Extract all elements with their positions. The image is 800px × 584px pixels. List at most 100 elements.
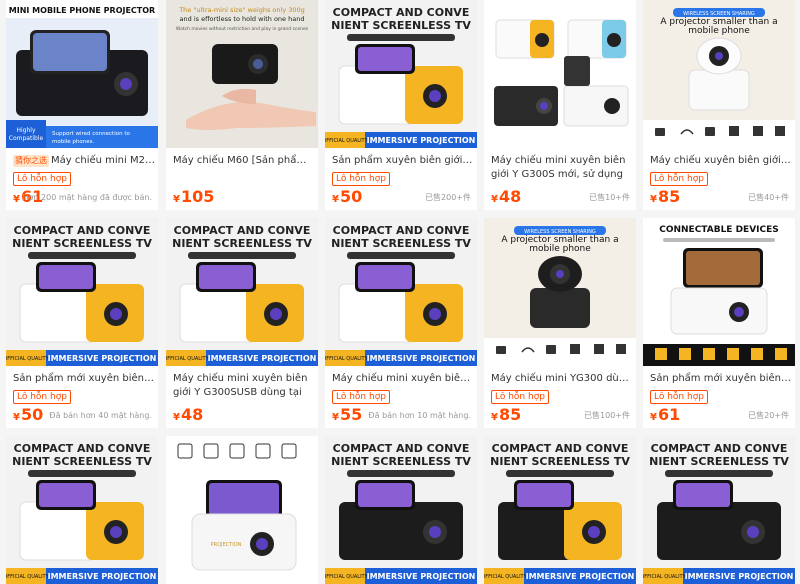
svg-text:COMPACT AND CONVE: COMPACT AND CONVE bbox=[333, 224, 470, 237]
product-title[interactable]: Máy chiếu mini xuyên biên giới Y G300SUS… bbox=[173, 372, 315, 400]
product-price: ¥50 bbox=[332, 187, 363, 206]
product-info: Máy chiếu mini xuyên biên giới Y G300SUS… bbox=[166, 366, 318, 428]
svg-text:NIENT SCREENLESS TV: NIENT SCREENLESS TV bbox=[649, 455, 789, 468]
product-image[interactable]: CONNECTABLE DEVICES bbox=[643, 218, 795, 366]
product-image[interactable]: COMPACT AND CONVE NIENT SCREENLESS TV OF… bbox=[484, 436, 636, 584]
svg-text:OFFICIAL QUALITY: OFFICIAL QUALITY bbox=[643, 574, 687, 580]
svg-text:COMPACT AND CONVE: COMPACT AND CONVE bbox=[333, 6, 470, 19]
product-title[interactable]: Máy chiếu xuyên biên giới YG30... bbox=[650, 154, 792, 168]
product-grid: MINI MOBILE PHONE PROJECTOR Highly Compat… bbox=[0, 0, 800, 584]
product-image[interactable] bbox=[484, 0, 636, 148]
product-image[interactable]: COMPACT AND CONVE NIENT SCREENLESS TV OF… bbox=[166, 218, 318, 366]
product-price: ¥48 bbox=[491, 187, 522, 206]
product-image[interactable]: COMPACT AND CONVE NIENT SCREENLESS TV OF… bbox=[325, 218, 477, 366]
product-card[interactable]: COMPACT AND CONVE NIENT SCREENLESS TV OF… bbox=[6, 218, 158, 428]
product-card[interactable]: CONNECTABLE DEVICES Sản phẩm mới xuyên b… bbox=[643, 218, 795, 428]
product-title[interactable]: 猜你之选Máy chiếu mini M200S ... bbox=[13, 154, 155, 168]
compact-tv-photo: COMPACT AND CONVE NIENT SCREENLESS TV OF… bbox=[325, 0, 477, 148]
product-price: ¥85 bbox=[491, 405, 522, 424]
product-price: ¥50 bbox=[13, 405, 44, 424]
cylinder-projector-photo: WIRELESS SCREEN SHARING A projector smal… bbox=[643, 0, 795, 148]
product-card[interactable]: COMPACT AND CONVE NIENT SCREENLESS TV OF… bbox=[325, 218, 477, 428]
product-image[interactable]: PROJECTION bbox=[166, 436, 318, 584]
mixed-lot-tag: Lô hỗn hợp bbox=[13, 172, 71, 186]
product-info: Máy chiếu mini xuyên biên giới ... Lô hỗ… bbox=[325, 366, 477, 428]
svg-text:CONNECTABLE DEVICES: CONNECTABLE DEVICES bbox=[659, 225, 779, 235]
product-info: Sản phẩm xuyên biên giới mới: ... Lô hỗn… bbox=[325, 148, 477, 210]
svg-text:OFFICIAL QUALITY: OFFICIAL QUALITY bbox=[6, 574, 50, 580]
product-image[interactable]: COMPACT AND CONVE NIENT SCREENLESS TV OF… bbox=[643, 436, 795, 584]
product-card[interactable]: PROJECTION bbox=[166, 436, 318, 584]
product-price: ¥55 bbox=[332, 405, 363, 424]
svg-text:OFFICIAL QUALITY: OFFICIAL QUALITY bbox=[166, 356, 210, 362]
product-title[interactable]: Máy chiếu mini YG300 dùng tại ... bbox=[491, 372, 633, 386]
svg-text:NIENT SCREENLESS TV: NIENT SCREENLESS TV bbox=[12, 455, 152, 468]
svg-text:mobile phone: mobile phone bbox=[688, 26, 750, 36]
sold-count: 已售20+件 bbox=[748, 411, 789, 420]
product-title[interactable]: Máy chiếu M60 [Sản phẩm mới ... bbox=[173, 154, 315, 168]
svg-text:IMMERSIVE PROJECTION: IMMERSIVE PROJECTION bbox=[48, 354, 157, 363]
product-price: ¥61 bbox=[650, 405, 681, 424]
white-projector-photo: PROJECTION bbox=[166, 436, 318, 584]
product-card[interactable]: COMPACT AND CONVE NIENT SCREENLESS TV OF… bbox=[325, 436, 477, 584]
product-card[interactable]: COMPACT AND CONVE NIENT SCREENLESS TV OF… bbox=[6, 436, 158, 584]
tv-icon bbox=[496, 346, 506, 354]
product-card[interactable]: WIRELESS SCREEN SHARING A projector smal… bbox=[643, 0, 795, 210]
phone-projector-photo: MINI MOBILE PHONE PROJECTOR Highly Compat… bbox=[6, 0, 158, 148]
svg-text:COMPACT AND CONVE: COMPACT AND CONVE bbox=[14, 224, 151, 237]
product-image[interactable]: COMPACT AND CONVE NIENT SCREENLESS TV OF… bbox=[6, 218, 158, 366]
speaker-icon bbox=[751, 348, 763, 360]
product-image[interactable]: COMPACT AND CONVE NIENT SCREENLESS TV OF… bbox=[325, 436, 477, 584]
product-title[interactable]: Máy chiếu mini xuyên biên giới Y G300S m… bbox=[491, 154, 633, 182]
product-image[interactable]: COMPACT AND CONVE NIENT SCREENLESS TV OF… bbox=[6, 436, 158, 584]
svg-text:OFFICIAL QUALITY: OFFICIAL QUALITY bbox=[325, 356, 369, 362]
mixed-lot-tag: Lô hỗn hợp bbox=[491, 390, 549, 404]
compact-tv-photo: COMPACT AND CONVE NIENT SCREENLESS TV OF… bbox=[484, 436, 636, 584]
sold-count: Đã bán hơn 40 mặt hàng. bbox=[49, 411, 152, 420]
product-info: 猜你之选Máy chiếu mini M200S ... Lô hỗn hợp … bbox=[6, 148, 158, 210]
product-card[interactable]: WIRELESS SCREEN SHARING A projector smal… bbox=[484, 218, 636, 428]
laptop-icon bbox=[753, 126, 763, 136]
connectable-devices-photo: CONNECTABLE DEVICES bbox=[643, 218, 795, 366]
product-info: Máy chiếu mini xuyên biên giới Y G300S m… bbox=[484, 148, 636, 210]
recommend-badge: 猜你之选 bbox=[13, 155, 49, 167]
svg-text:COMPACT AND CONVE: COMPACT AND CONVE bbox=[492, 442, 629, 455]
usb-icon bbox=[570, 344, 580, 354]
svg-text:COMPACT AND CONVE: COMPACT AND CONVE bbox=[14, 442, 151, 455]
product-image[interactable]: COMPACT AND CONVE NIENT SCREENLESS TV OF… bbox=[325, 0, 477, 148]
product-title[interactable]: Sản phẩm mới xuyên biên giới c... bbox=[650, 372, 792, 386]
mixed-lot-tag: Lô hỗn hợp bbox=[332, 172, 390, 186]
product-image[interactable]: MINI MOBILE PHONE PROJECTOR Highly Compat… bbox=[6, 0, 158, 148]
product-card[interactable]: The "ultra-mini size" weighs only 300g a… bbox=[166, 0, 318, 210]
product-info: Máy chiếu M60 [Sản phẩm mới ... ¥105 bbox=[166, 148, 318, 210]
color-variants-photo bbox=[484, 0, 636, 148]
sold-count: 已售10+件 bbox=[589, 193, 630, 202]
product-image[interactable]: WIRELESS SCREEN SHARING A projector smal… bbox=[643, 0, 795, 148]
mixed-lot-tag: Lô hỗn hợp bbox=[13, 390, 71, 404]
sold-count: Đã bán hơn 10 mặt hàng. bbox=[368, 411, 471, 420]
tv-icon bbox=[655, 128, 665, 136]
product-image[interactable]: The "ultra-mini size" weighs only 300g a… bbox=[166, 0, 318, 148]
svg-text:NIENT SCREENLESS TV: NIENT SCREENLESS TV bbox=[331, 19, 471, 32]
compact-tv-photo: COMPACT AND CONVE NIENT SCREENLESS TV OF… bbox=[325, 218, 477, 366]
product-card[interactable]: MINI MOBILE PHONE PROJECTOR Highly Compat… bbox=[6, 0, 158, 210]
svg-text:NIENT SCREENLESS TV: NIENT SCREENLESS TV bbox=[172, 237, 312, 250]
sold-count: 已售40+件 bbox=[748, 193, 789, 202]
product-title[interactable]: Máy chiếu mini xuyên biên giới ... bbox=[332, 372, 474, 386]
product-card[interactable]: Máy chiếu mini xuyên biên giới Y G300S m… bbox=[484, 0, 636, 210]
product-card[interactable]: COMPACT AND CONVE NIENT SCREENLESS TV OF… bbox=[325, 0, 477, 210]
svg-text:The "ultra-mini size" weighs o: The "ultra-mini size" weighs only 300g bbox=[178, 6, 305, 14]
svg-text:Support wired connection to: Support wired connection to bbox=[52, 131, 130, 137]
product-image[interactable]: WIRELESS SCREEN SHARING A projector smal… bbox=[484, 218, 636, 366]
svg-text:NIENT SCREENLESS TV: NIENT SCREENLESS TV bbox=[490, 455, 630, 468]
product-title[interactable]: Sản phẩm mới xuyên biên giới c... bbox=[13, 372, 155, 386]
product-card[interactable]: COMPACT AND CONVE NIENT SCREENLESS TV OF… bbox=[484, 436, 636, 584]
product-info: Sản phẩm mới xuyên biên giới c... Lô hỗn… bbox=[643, 366, 795, 428]
product-card[interactable]: COMPACT AND CONVE NIENT SCREENLESS TV OF… bbox=[166, 218, 318, 428]
svg-text:IMMERSIVE PROJECTION: IMMERSIVE PROJECTION bbox=[685, 572, 794, 581]
product-title[interactable]: Sản phẩm xuyên biên giới mới: ... bbox=[332, 154, 474, 168]
banner-title: MINI MOBILE PHONE PROJECTOR bbox=[9, 6, 155, 15]
product-card[interactable]: COMPACT AND CONVE NIENT SCREENLESS TV OF… bbox=[643, 436, 795, 584]
usb-icon bbox=[729, 126, 739, 136]
svg-text:IMMERSIVE PROJECTION: IMMERSIVE PROJECTION bbox=[367, 136, 476, 145]
